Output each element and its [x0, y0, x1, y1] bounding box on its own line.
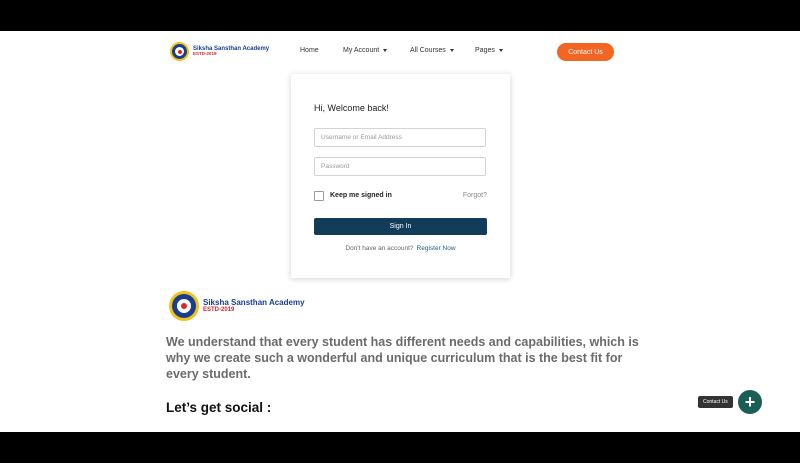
logo-estd: ESTD-2019	[203, 307, 235, 314]
floating-contact-button[interactable]: +	[738, 390, 762, 414]
chevron-down-icon	[498, 48, 503, 52]
password-input[interactable]	[314, 157, 486, 176]
academy-description: We understand that every student has dif…	[166, 335, 639, 381]
no-account-text: Don't have an account?	[345, 245, 414, 252]
keep-signed-in-label: Keep me signed in	[330, 192, 392, 199]
footer-logo[interactable]: Siksha Sansthan Academy ESTD-2019	[169, 291, 305, 321]
header-logo[interactable]: Siksha Sansthan Academy ESTD-2019	[170, 42, 269, 61]
forgot-password-link[interactable]: Forgot?	[463, 192, 487, 199]
logo-emblem-icon	[170, 42, 189, 61]
no-account-row: Don't have an account? Register Now	[291, 245, 510, 252]
sign-in-button[interactable]: Sign In	[314, 218, 487, 235]
login-card: Hi, Welcome back! Keep me signed in Forg…	[291, 74, 510, 278]
nav-home[interactable]: Home	[300, 47, 319, 54]
page: Siksha Sansthan Academy ESTD-2019 Home M…	[0, 31, 800, 432]
username-input[interactable]	[314, 128, 486, 147]
chevron-down-icon	[383, 48, 388, 52]
logo-emblem-icon	[169, 291, 199, 321]
logo-estd: ESTD-2019	[193, 51, 217, 57]
register-now-link[interactable]: Register Now	[417, 245, 456, 252]
keep-signed-in-checkbox[interactable]	[314, 191, 324, 201]
contact-tooltip: Contact Us	[698, 396, 733, 408]
contact-us-button[interactable]: Contact Us	[557, 43, 614, 61]
chevron-down-icon	[449, 48, 454, 52]
nav-my-account[interactable]: My Account	[343, 47, 388, 54]
plus-icon: +	[744, 391, 756, 412]
social-heading: Let’s get social :	[166, 400, 272, 415]
nav-pages[interactable]: Pages	[475, 47, 503, 54]
nav-all-courses[interactable]: All Courses	[410, 47, 454, 54]
welcome-heading: Hi, Welcome back!	[314, 103, 389, 113]
logo-name: Siksha Sansthan Academy	[203, 297, 305, 307]
